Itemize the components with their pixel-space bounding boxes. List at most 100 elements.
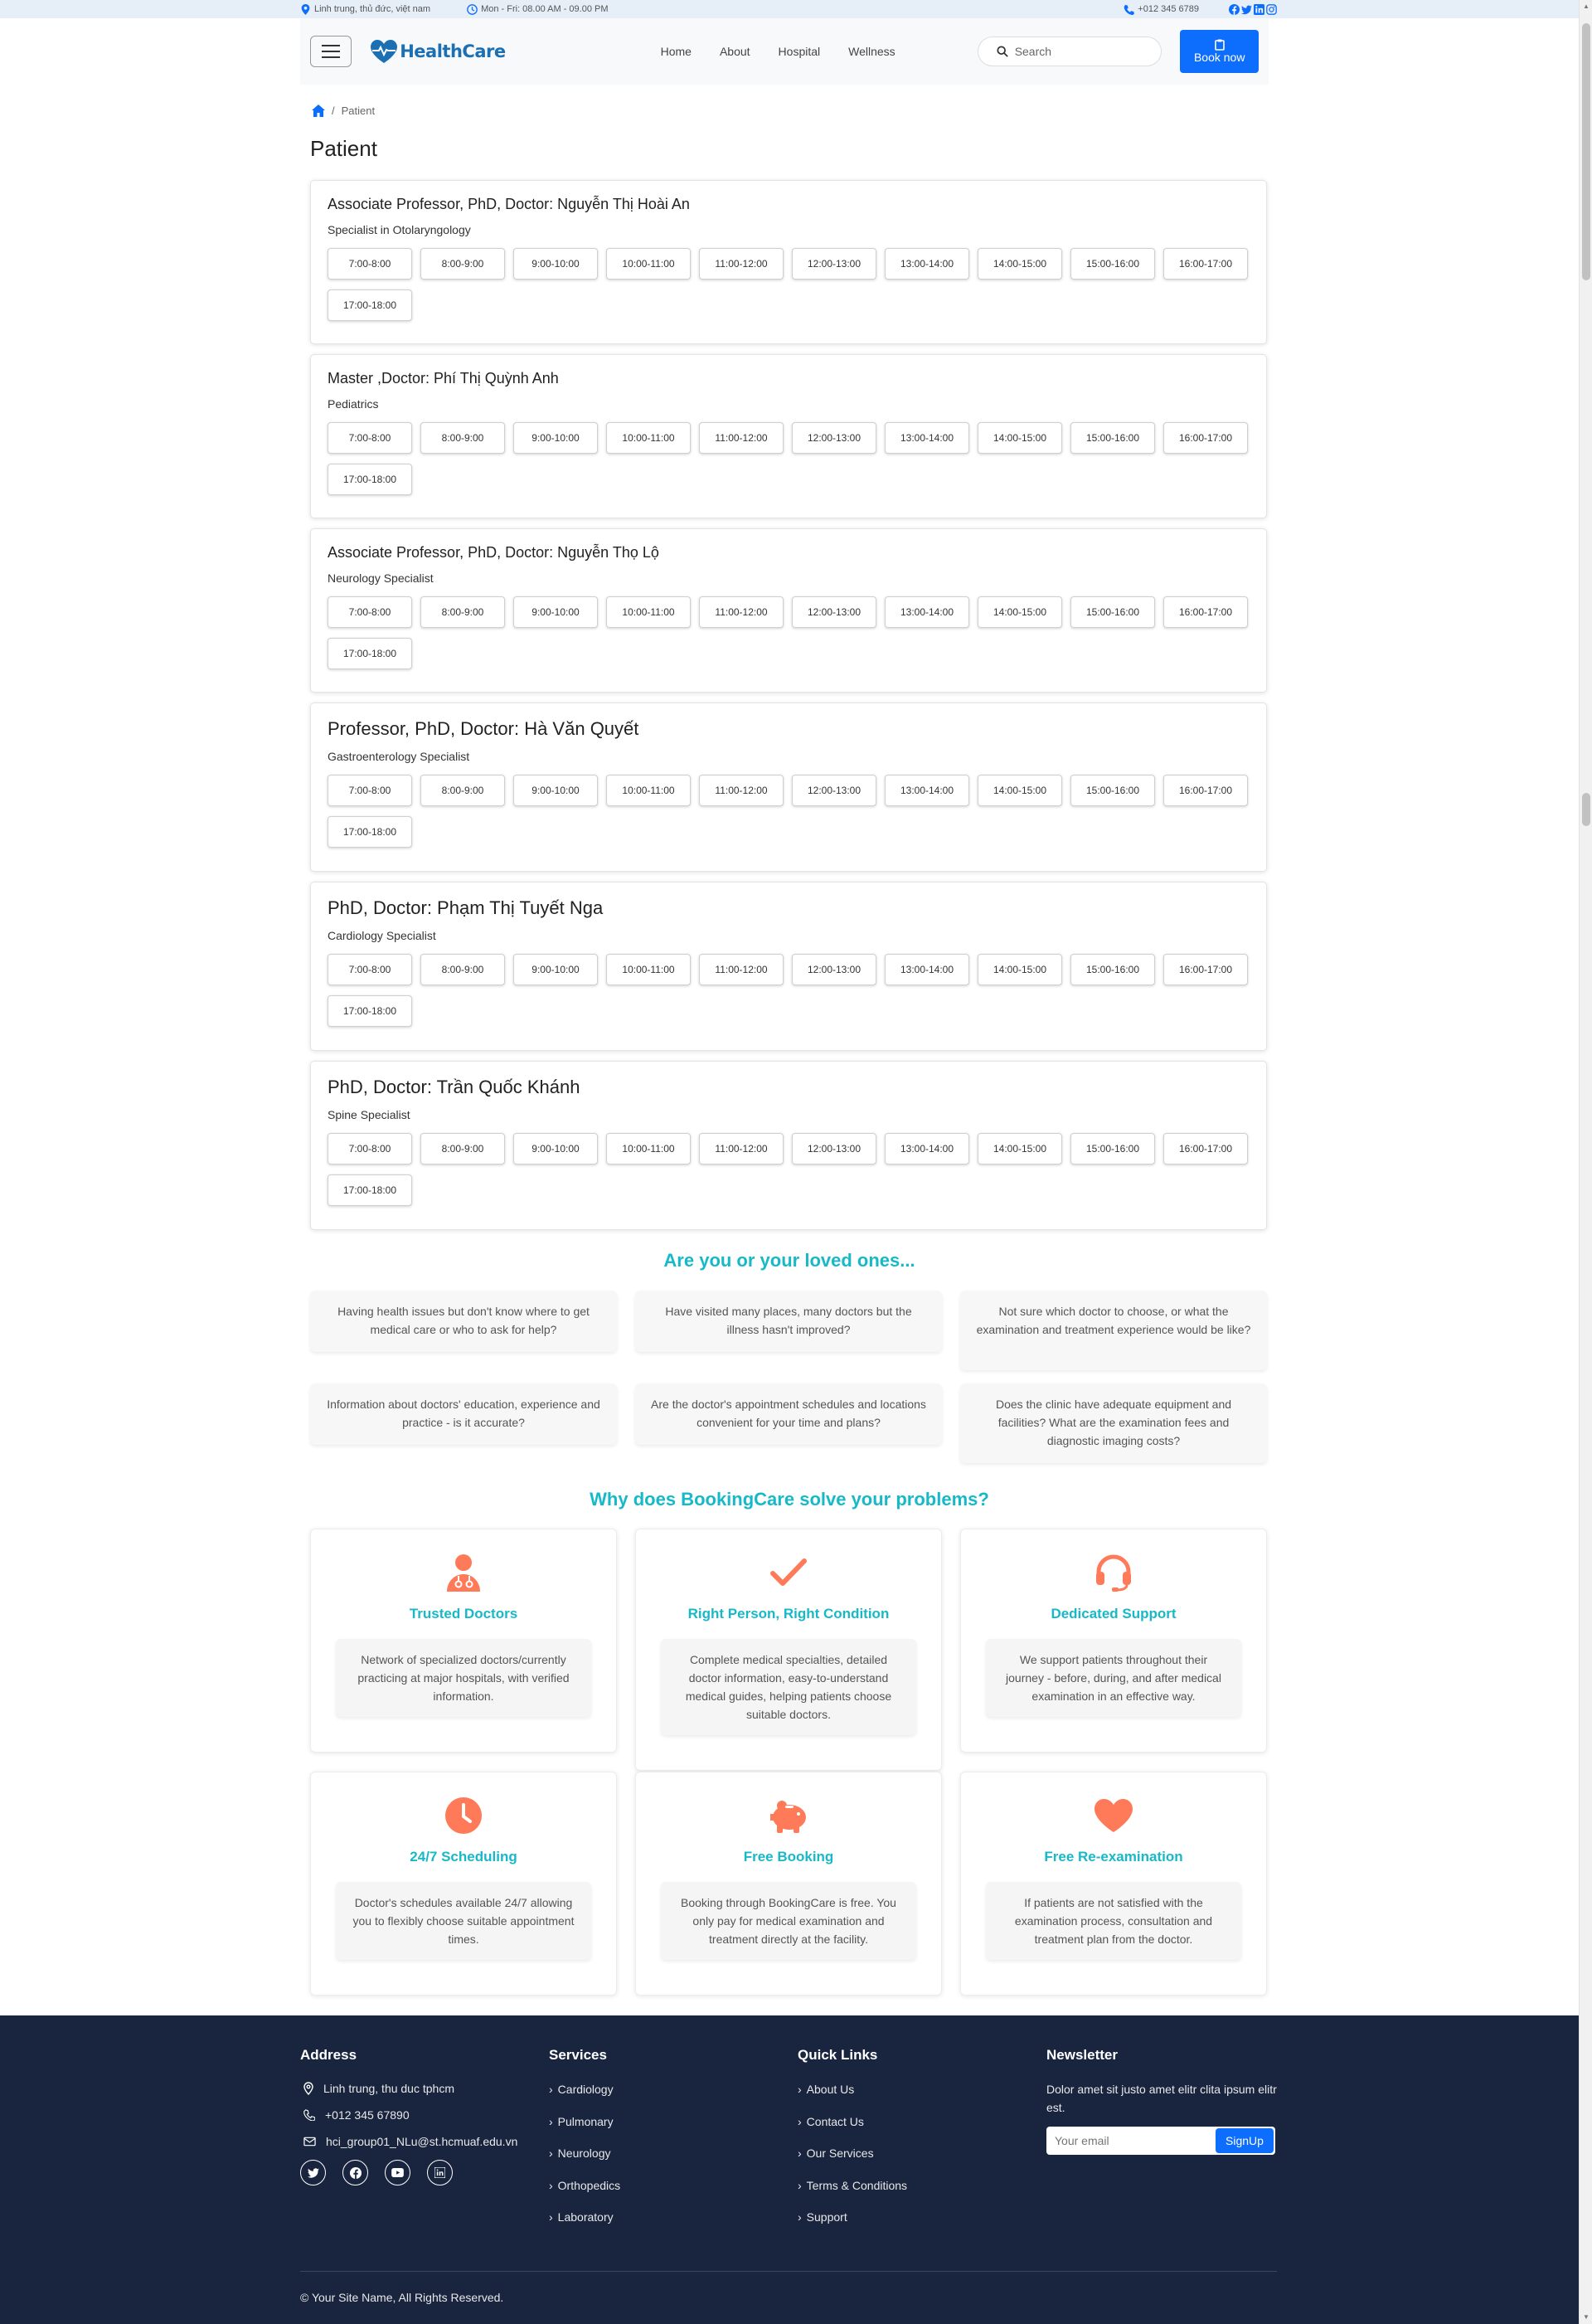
time-slot-button[interactable]: 14:00-15:00 bbox=[978, 596, 1062, 628]
nav-link-about[interactable]: About bbox=[706, 45, 764, 58]
time-slot-button[interactable]: 16:00-17:00 bbox=[1163, 422, 1248, 454]
footer-quick-link[interactable]: › Terms & Conditions bbox=[798, 2176, 907, 2195]
nav-link-home[interactable]: Home bbox=[647, 45, 706, 58]
signup-button[interactable]: SignUp bbox=[1216, 2128, 1274, 2153]
time-slot-button[interactable]: 16:00-17:00 bbox=[1163, 596, 1248, 628]
footer-quick-link[interactable]: › Contact Us bbox=[798, 2113, 907, 2131]
newsletter-email-input[interactable] bbox=[1046, 2127, 1214, 2155]
facebook-icon[interactable] bbox=[1229, 3, 1240, 15]
footer-service-link[interactable]: › Orthopedics bbox=[549, 2176, 620, 2195]
time-slot-button[interactable]: 12:00-13:00 bbox=[792, 775, 876, 806]
time-slot-button[interactable]: 14:00-15:00 bbox=[978, 248, 1062, 280]
footer-service-link[interactable]: › Cardiology bbox=[549, 2080, 620, 2098]
footer-email[interactable]: hci_group01_NLu@st.hcmuaf.edu.vn bbox=[303, 2133, 517, 2150]
time-slot-button[interactable]: 12:00-13:00 bbox=[792, 954, 876, 985]
time-slot-button[interactable]: 16:00-17:00 bbox=[1163, 248, 1248, 280]
footer-quick-link[interactable]: › About Us bbox=[798, 2080, 907, 2098]
time-slot-button[interactable]: 10:00-11:00 bbox=[606, 775, 691, 806]
time-slot-button[interactable]: 14:00-15:00 bbox=[978, 775, 1062, 806]
home-icon[interactable] bbox=[312, 105, 325, 117]
time-slot-button[interactable]: 13:00-14:00 bbox=[885, 248, 969, 280]
time-slot-button[interactable]: 17:00-18:00 bbox=[328, 464, 412, 495]
time-slot-button[interactable]: 10:00-11:00 bbox=[606, 1133, 691, 1164]
time-slot-button[interactable]: 7:00-8:00 bbox=[328, 775, 412, 806]
scroll-down-arrow[interactable]: ▼ bbox=[1583, 2314, 1590, 2321]
time-slot-button[interactable]: 12:00-13:00 bbox=[792, 248, 876, 280]
topbar-phone[interactable]: +012 345 6789 bbox=[1124, 4, 1199, 15]
footer-service-link[interactable]: › Laboratory bbox=[549, 2208, 620, 2226]
time-slot-button[interactable]: 9:00-10:00 bbox=[513, 248, 598, 280]
footer-service-link[interactable]: › Pulmonary bbox=[549, 2113, 620, 2131]
scrollbar-thumb[interactable] bbox=[1582, 23, 1590, 280]
time-slot-button[interactable]: 7:00-8:00 bbox=[328, 422, 412, 454]
time-slot-button[interactable]: 8:00-9:00 bbox=[420, 422, 505, 454]
time-slot-button[interactable]: 13:00-14:00 bbox=[885, 596, 969, 628]
time-slot-button[interactable]: 17:00-18:00 bbox=[328, 638, 412, 669]
time-slot-button[interactable]: 17:00-18:00 bbox=[328, 816, 412, 848]
time-slot-button[interactable]: 15:00-16:00 bbox=[1070, 248, 1155, 280]
time-slot-button[interactable]: 11:00-12:00 bbox=[699, 248, 784, 280]
time-slot-button[interactable]: 7:00-8:00 bbox=[328, 248, 412, 280]
twitter-icon[interactable] bbox=[300, 2160, 326, 2185]
time-slot-button[interactable]: 16:00-17:00 bbox=[1163, 775, 1248, 806]
time-slot-button[interactable]: 10:00-11:00 bbox=[606, 422, 691, 454]
time-slot-button[interactable]: 7:00-8:00 bbox=[328, 1133, 412, 1164]
time-slot-button[interactable]: 11:00-12:00 bbox=[699, 596, 784, 628]
time-slot-button[interactable]: 13:00-14:00 bbox=[885, 1133, 969, 1164]
time-slot-button[interactable]: 8:00-9:00 bbox=[420, 775, 505, 806]
time-slot-button[interactable]: 14:00-15:00 bbox=[978, 422, 1062, 454]
time-slot-button[interactable]: 11:00-12:00 bbox=[699, 775, 784, 806]
time-slot-button[interactable]: 15:00-16:00 bbox=[1070, 954, 1155, 985]
footer-quick-link[interactable]: › Our Services bbox=[798, 2144, 907, 2162]
time-slot-button[interactable]: 8:00-9:00 bbox=[420, 248, 505, 280]
page-scrollbar[interactable]: ▲ ▼ bbox=[1579, 0, 1592, 2324]
time-slot-button[interactable]: 15:00-16:00 bbox=[1070, 775, 1155, 806]
time-slot-button[interactable]: 7:00-8:00 bbox=[328, 954, 412, 985]
linkedin-icon[interactable] bbox=[427, 2160, 453, 2185]
scroll-up-arrow[interactable]: ▲ bbox=[1583, 3, 1590, 10]
time-slot-button[interactable]: 8:00-9:00 bbox=[420, 1133, 505, 1164]
time-slot-button[interactable]: 15:00-16:00 bbox=[1070, 596, 1155, 628]
time-slot-button[interactable]: 12:00-13:00 bbox=[792, 1133, 876, 1164]
time-slot-button[interactable]: 11:00-12:00 bbox=[699, 422, 784, 454]
time-slot-button[interactable]: 10:00-11:00 bbox=[606, 596, 691, 628]
footer-quick-link[interactable]: › Support bbox=[798, 2208, 907, 2226]
nav-link-wellness[interactable]: Wellness bbox=[834, 45, 910, 58]
time-slot-button[interactable]: 14:00-15:00 bbox=[978, 1133, 1062, 1164]
time-slot-button[interactable]: 17:00-18:00 bbox=[328, 1174, 412, 1206]
time-slot-button[interactable]: 9:00-10:00 bbox=[513, 596, 598, 628]
time-slot-button[interactable]: 12:00-13:00 bbox=[792, 422, 876, 454]
footer-service-link[interactable]: › Neurology bbox=[549, 2144, 620, 2162]
time-slot-button[interactable]: 13:00-14:00 bbox=[885, 422, 969, 454]
time-slot-button[interactable]: 14:00-15:00 bbox=[978, 954, 1062, 985]
time-slot-button[interactable]: 16:00-17:00 bbox=[1163, 954, 1248, 985]
youtube-icon[interactable] bbox=[385, 2160, 410, 2185]
time-slot-button[interactable]: 10:00-11:00 bbox=[606, 954, 691, 985]
time-slot-button[interactable]: 8:00-9:00 bbox=[420, 954, 505, 985]
instagram-icon[interactable] bbox=[1266, 3, 1277, 15]
time-slot-button[interactable]: 12:00-13:00 bbox=[792, 596, 876, 628]
time-slot-button[interactable]: 10:00-11:00 bbox=[606, 248, 691, 280]
nav-link-hospital[interactable]: Hospital bbox=[764, 45, 835, 58]
linkedin-icon[interactable] bbox=[1254, 3, 1264, 15]
time-slot-button[interactable]: 15:00-16:00 bbox=[1070, 422, 1155, 454]
time-slot-button[interactable]: 17:00-18:00 bbox=[328, 289, 412, 321]
book-now-button[interactable]: Book now bbox=[1180, 30, 1259, 73]
time-slot-button[interactable]: 9:00-10:00 bbox=[513, 775, 598, 806]
brand-logo[interactable]: HealthCare bbox=[370, 39, 506, 64]
time-slot-button[interactable]: 11:00-12:00 bbox=[699, 954, 784, 985]
time-slot-button[interactable]: 7:00-8:00 bbox=[328, 596, 412, 628]
facebook-icon[interactable] bbox=[342, 2160, 368, 2185]
menu-toggle-button[interactable] bbox=[310, 36, 352, 67]
time-slot-button[interactable]: 15:00-16:00 bbox=[1070, 1133, 1155, 1164]
time-slot-button[interactable]: 9:00-10:00 bbox=[513, 422, 598, 454]
time-slot-button[interactable]: 8:00-9:00 bbox=[420, 596, 505, 628]
time-slot-button[interactable]: 16:00-17:00 bbox=[1163, 1133, 1248, 1164]
time-slot-button[interactable]: 11:00-12:00 bbox=[699, 1133, 784, 1164]
time-slot-button[interactable]: 9:00-10:00 bbox=[513, 1133, 598, 1164]
search-input[interactable]: Search bbox=[977, 36, 1162, 66]
time-slot-button[interactable]: 9:00-10:00 bbox=[513, 954, 598, 985]
time-slot-button[interactable]: 13:00-14:00 bbox=[885, 775, 969, 806]
time-slot-button[interactable]: 13:00-14:00 bbox=[885, 954, 969, 985]
footer-phone[interactable]: +012 345 67890 bbox=[303, 2107, 517, 2123]
